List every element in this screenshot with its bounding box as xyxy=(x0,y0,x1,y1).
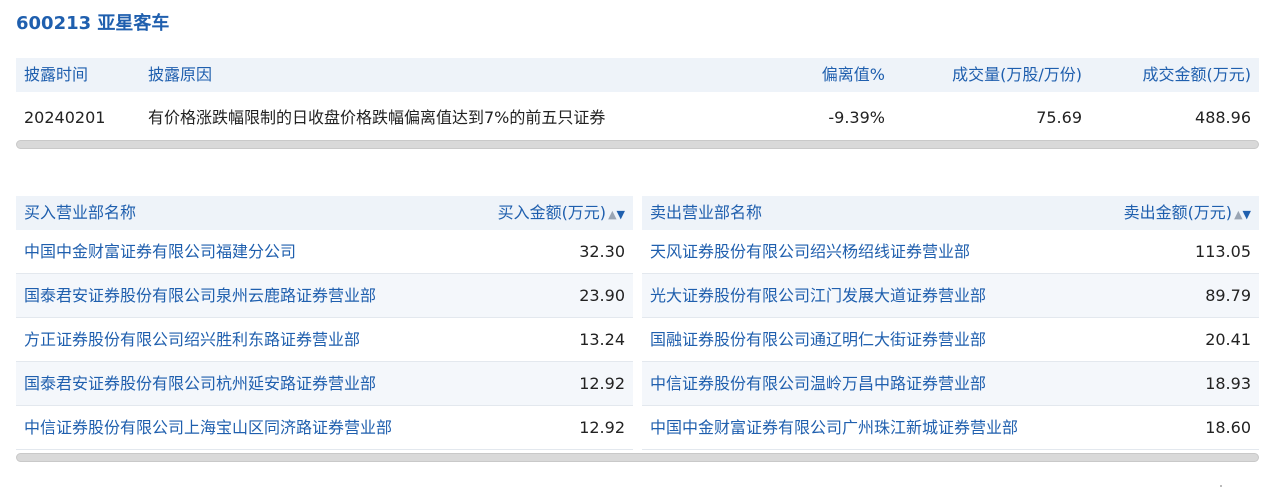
table-row: 天风证券股份有限公司绍兴杨绍线证券营业部 113.05 xyxy=(642,230,1259,274)
table-row: 中国中金财富证券有限公司福建分公司 32.30 xyxy=(16,230,633,274)
disclose-date: 20240201 xyxy=(24,108,106,127)
buy-amount: 12.92 xyxy=(579,418,625,437)
buy-branch-link[interactable]: 国泰君安证券股份有限公司杭州延安路证券营业部 xyxy=(24,362,376,406)
col-buy-amount-label: 买入金额(万元) xyxy=(497,203,607,222)
sell-branch-link[interactable]: 光大证券股份有限公司江门发展大道证券营业部 xyxy=(650,274,986,318)
col-turnover: 成交金额(万元) xyxy=(1142,65,1252,84)
col-volume: 成交量(万股/万份) xyxy=(952,65,1082,84)
col-buy-amount[interactable]: 买入金额(万元) ▲▼ xyxy=(498,196,625,232)
buy-amount: 13.24 xyxy=(579,330,625,349)
sort-up-icon: ▲ xyxy=(608,208,617,221)
sell-branch-link[interactable]: 中国中金财富证券有限公司广州珠江新城证券营业部 xyxy=(650,406,1018,450)
buy-table: 买入营业部名称 买入金额(万元) ▲▼ 中国中金财富证券有限公司福建分公司 32.… xyxy=(16,196,633,450)
col-sell-branch: 卖出营业部名称 xyxy=(650,203,763,222)
disclose-reason: 有价格涨跌幅限制的日收盘价格跌幅偏离值达到7%的前五只证券 xyxy=(148,108,606,127)
col-sell-amount-label: 卖出金额(万元) xyxy=(1123,203,1233,222)
table-row: 20240201 有价格涨跌幅限制的日收盘价格跌幅偏离值达到7%的前五只证券 -… xyxy=(16,92,1259,140)
col-disclose-time: 披露时间 xyxy=(24,65,89,84)
table-row: 国泰君安证券股份有限公司泉州云鹿路证券营业部 23.90 xyxy=(16,274,633,318)
deviation-value: -9.39% xyxy=(828,108,885,127)
table-row: 国泰君安证券股份有限公司杭州延安路证券营业部 12.92 xyxy=(16,362,633,406)
table-row: 光大证券股份有限公司江门发展大道证券营业部 89.79 xyxy=(642,274,1259,318)
col-disclose-reason: 披露原因 xyxy=(148,65,213,84)
sell-amount: 113.05 xyxy=(1195,242,1251,261)
table-row: 中信证券股份有限公司上海宝山区同济路证券营业部 12.92 xyxy=(16,406,633,450)
sell-amount: 20.41 xyxy=(1205,330,1251,349)
buy-branch-link[interactable]: 中信证券股份有限公司上海宝山区同济路证券营业部 xyxy=(24,406,392,450)
col-sell-amount[interactable]: 卖出金额(万元) ▲▼ xyxy=(1124,196,1251,232)
col-buy-branch: 买入营业部名称 xyxy=(24,203,137,222)
sell-amount: 18.93 xyxy=(1205,374,1251,393)
sell-amount: 89.79 xyxy=(1205,286,1251,305)
table-row: 中信证券股份有限公司温岭万昌中路证券营业部 18.93 xyxy=(642,362,1259,406)
sell-branch-link[interactable]: 天风证券股份有限公司绍兴杨绍线证券营业部 xyxy=(650,230,970,274)
table-row: 国融证券股份有限公司通辽明仁大街证券营业部 20.41 xyxy=(642,318,1259,362)
table-row: 方正证券股份有限公司绍兴胜利东路证券营业部 13.24 xyxy=(16,318,633,362)
turnover-value: 488.96 xyxy=(1195,108,1251,127)
disclosure-table: 披露时间 披露原因 偏离值% 成交量(万股/万份) 成交金额(万元) 20240… xyxy=(16,58,1259,140)
sell-branch-link[interactable]: 国融证券股份有限公司通辽明仁大街证券营业部 xyxy=(650,318,986,362)
sell-branch-link[interactable]: 中信证券股份有限公司温岭万昌中路证券营业部 xyxy=(650,362,986,406)
sell-table: 卖出营业部名称 卖出金额(万元) ▲▼ 天风证券股份有限公司绍兴杨绍线证券营业部 … xyxy=(642,196,1259,450)
buy-amount: 32.30 xyxy=(579,242,625,261)
sort-up-icon: ▲ xyxy=(1234,208,1243,221)
page-title: 600213 亚星客车 xyxy=(16,13,170,34)
buy-branch-link[interactable]: 中国中金财富证券有限公司福建分公司 xyxy=(24,230,296,274)
buy-header: 买入营业部名称 买入金额(万元) ▲▼ xyxy=(16,196,633,230)
buy-branch-link[interactable]: 国泰君安证券股份有限公司泉州云鹿路证券营业部 xyxy=(24,274,376,318)
table-row: 中国中金财富证券有限公司广州珠江新城证券营业部 18.60 xyxy=(642,406,1259,450)
sort-down-icon: ▼ xyxy=(1242,208,1251,221)
col-deviation: 偏离值% xyxy=(821,65,885,84)
corner-dot xyxy=(1220,485,1222,487)
sort-down-icon: ▼ xyxy=(616,208,625,221)
buy-amount: 12.92 xyxy=(579,374,625,393)
disclosure-header: 披露时间 披露原因 偏离值% 成交量(万股/万份) 成交金额(万元) xyxy=(16,58,1259,92)
disclosure-scrollbar[interactable] xyxy=(16,140,1259,149)
trade-scrollbar[interactable] xyxy=(16,453,1259,462)
buy-amount: 23.90 xyxy=(579,286,625,305)
sort-icon[interactable]: ▲▼ xyxy=(608,208,625,221)
buy-branch-link[interactable]: 方正证券股份有限公司绍兴胜利东路证券营业部 xyxy=(24,318,360,362)
sort-icon[interactable]: ▲▼ xyxy=(1234,208,1251,221)
sell-header: 卖出营业部名称 卖出金额(万元) ▲▼ xyxy=(642,196,1259,230)
sell-amount: 18.60 xyxy=(1205,418,1251,437)
volume-value: 75.69 xyxy=(1036,108,1082,127)
